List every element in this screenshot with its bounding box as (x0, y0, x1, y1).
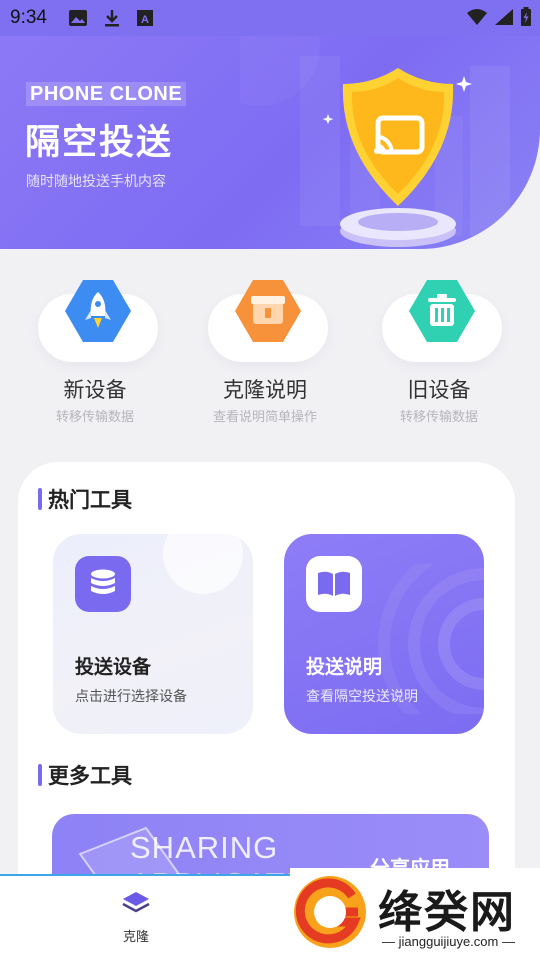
trash-icon (409, 280, 475, 342)
status-right (466, 7, 532, 27)
page-title: 隔空投送 (25, 123, 174, 163)
section-title-text: 更多工具 (48, 764, 132, 788)
section-hot-tools: 热门工具 (38, 484, 132, 514)
nav-label: 克隆 (122, 930, 149, 945)
action-old-device[interactable]: 旧设备 转移传输数据 (364, 270, 514, 430)
section-bar (38, 764, 42, 786)
card-decoration (163, 534, 243, 594)
tool-cast-guide[interactable]: 投送说明 查看隔空投送说明 (284, 534, 484, 734)
image-icon (69, 10, 87, 26)
action-label: 克隆说明 (223, 378, 307, 402)
download-icon (105, 10, 119, 27)
header-banner: PHONE CLONE 隔空投送 随时随地投送手机内容 (0, 36, 540, 249)
quick-actions: 新设备 转移传输数据 克隆说明 查看说明简单操作 旧设备 转移传输数据 (0, 270, 540, 440)
svg-text:A: A (141, 14, 149, 26)
section-title-text: 热门工具 (48, 488, 132, 512)
tool-sub: 点击进行选择设备 (75, 689, 187, 705)
tool-title: 投送设备 (75, 656, 152, 678)
banner-text: SHARING (130, 830, 279, 865)
watermark: 绛癸网 — jiangguijiuye.com — (290, 868, 540, 960)
tool-cast-device[interactable]: 投送设备 点击进行选择设备 (53, 534, 253, 734)
nav-item-clone[interactable]: 克隆 (108, 890, 164, 945)
database-icon (75, 556, 131, 612)
action-new-device[interactable]: 新设备 转移传输数据 (20, 270, 170, 430)
book-icon (306, 556, 362, 612)
watermark-url-text: jiangguijiuye.com (398, 934, 499, 949)
action-label: 新设备 (63, 378, 127, 402)
watermark-name: 绛癸网 (378, 887, 516, 938)
watermark-logo-icon (294, 876, 366, 948)
tool-sub: 查看隔空投送说明 (306, 689, 418, 705)
page-subtitle: 随时随地投送手机内容 (26, 174, 166, 190)
battery-icon (521, 7, 531, 26)
wifi-icon (467, 9, 487, 25)
section-bar (38, 488, 42, 510)
action-label: 旧设备 (407, 378, 471, 402)
status-time: 9:34 (10, 7, 47, 28)
box-icon (235, 280, 301, 342)
signal-icon (495, 9, 513, 25)
brand-tag: PHONE CLONE (26, 82, 187, 106)
rocket-icon (65, 280, 131, 342)
section-more-tools: 更多工具 (38, 760, 132, 790)
action-clone-guide[interactable]: 克隆说明 查看说明简单操作 (190, 270, 340, 430)
watermark-url: — jiangguijiuye.com — (382, 934, 515, 949)
font-icon: A (137, 10, 153, 26)
tool-title: 投送说明 (306, 656, 383, 678)
action-sub: 查看说明简单操作 (212, 410, 317, 425)
cast-shield-icon (322, 68, 472, 247)
action-sub: 转移传输数据 (399, 410, 478, 425)
layers-icon (122, 892, 150, 913)
status-bar: 9:34 A (0, 0, 540, 36)
action-sub: 转移传输数据 (55, 410, 134, 425)
